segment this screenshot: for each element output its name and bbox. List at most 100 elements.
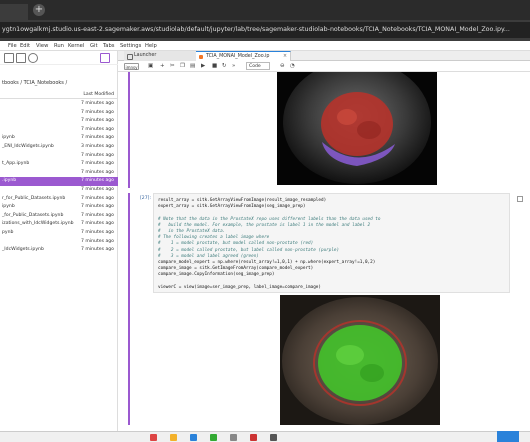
code-line: expert_array = sitk.GetArrayViewFromImag… xyxy=(158,204,306,210)
gauge-icon[interactable]: ◔ xyxy=(290,62,295,71)
code-cell-editor[interactable]: result_array = sitk.GetArrayViewFromImag… xyxy=(153,193,510,293)
file-browser-toolbar xyxy=(0,51,118,65)
file-modified: 7 minutes ago xyxy=(81,178,114,184)
run-icon[interactable]: ▶ xyxy=(201,62,205,71)
browser-tab[interactable] xyxy=(0,4,28,20)
file-modified: 7 minutes ago xyxy=(81,109,114,115)
notebook-icon xyxy=(199,55,203,59)
new-tab-button[interactable]: + xyxy=(33,4,45,16)
file-modified: 7 minutes ago xyxy=(81,101,114,106)
file-modified: 7 minutes ago xyxy=(81,204,114,210)
file-modified: 7 minutes ago xyxy=(81,126,114,132)
code-line: viewerC = view(image=ser_image_prep, lab… xyxy=(158,284,321,290)
file-row[interactable]: 7 minutes ago xyxy=(0,238,118,247)
file-modified: 7 minutes ago xyxy=(81,195,114,201)
git-diff-icon[interactable]: ⊖ xyxy=(280,62,285,71)
file-name: _IdcWidgets.ipynb xyxy=(2,247,44,253)
file-modified: 7 minutes ago xyxy=(81,247,114,253)
menu-edit[interactable]: Edit xyxy=(20,41,30,51)
paste-icon[interactable]: ▤ xyxy=(190,62,195,71)
green-overlay xyxy=(318,325,402,401)
kernel-badge[interactable]: imnsy xyxy=(124,63,139,70)
file-row[interactable]: 7 minutes ago xyxy=(0,117,118,126)
tab-launcher[interactable]: Launcher xyxy=(124,51,205,61)
taskbar-active-app[interactable] xyxy=(497,431,519,442)
code-line: result_array = sitk.GetArrayViewFromImag… xyxy=(158,198,327,203)
file-row[interactable]: 7 minutes ago xyxy=(0,186,118,195)
menu-settings[interactable]: Settings xyxy=(120,41,141,51)
browser-tab-strip xyxy=(0,0,530,20)
menu-run[interactable]: Run xyxy=(54,41,64,51)
file-name: _for_Public_Datasets.ipynb xyxy=(2,212,64,218)
breadcrumb[interactable]: tbooks / TCIA_Notebooks / xyxy=(2,80,67,86)
file-row[interactable]: 7 minutes ago xyxy=(0,100,118,109)
column-header[interactable]: Last Modified xyxy=(0,91,118,99)
file-modified: 7 minutes ago xyxy=(81,187,114,192)
new-folder-icon[interactable] xyxy=(4,53,14,63)
refresh-icon[interactable] xyxy=(28,53,38,63)
taskbar-app-icon[interactable] xyxy=(270,434,277,441)
restart-icon[interactable]: ↻ xyxy=(222,62,227,71)
file-row[interactable]: 7 minutes ago xyxy=(0,152,118,161)
last-modified-header[interactable]: Last Modified xyxy=(83,91,114,99)
taskbar-app-icon[interactable] xyxy=(150,434,157,441)
file-row[interactable]: 7 minutes ago xyxy=(0,109,118,118)
file-modified: 7 minutes ago xyxy=(81,230,114,235)
file-modified: 7 minutes ago xyxy=(81,169,114,175)
file-row[interactable]: _IdcWidgets.ipynb 7 minutes ago xyxy=(0,246,118,255)
stop-icon[interactable]: ■ xyxy=(212,62,217,71)
mri-output-image[interactable] xyxy=(277,72,437,185)
cut-icon[interactable]: ✂ xyxy=(170,62,175,71)
taskbar-app-icon[interactable] xyxy=(170,434,177,441)
code-line: # 1 = model prostate, but model called n… xyxy=(158,241,314,247)
file-row[interactable]: 7 minutes ago xyxy=(0,169,118,178)
address-bar[interactable]: ygtn1owgalkmj.studio.us-east-2.sagemaker… xyxy=(0,22,530,38)
add-cell-icon[interactable]: + xyxy=(160,62,165,71)
menu-git[interactable]: Git xyxy=(90,41,98,51)
cell-type-select[interactable]: Code xyxy=(246,62,270,70)
taskbar-app-icon[interactable] xyxy=(250,434,257,441)
copy-icon[interactable]: ❐ xyxy=(180,62,185,71)
taskbar-app-icon[interactable] xyxy=(190,434,197,441)
save-icon[interactable]: ▣ xyxy=(148,62,153,71)
file-row[interactable]: izations_with_IdcWidgets.ipynb 7 minutes … xyxy=(0,220,118,229)
file-modified: 7 minutes ago xyxy=(81,238,114,244)
volume-render-output[interactable] xyxy=(280,295,440,425)
menu-kernel[interactable]: Kernel xyxy=(68,41,84,51)
output-collapser[interactable] xyxy=(128,72,130,188)
upload-icon[interactable] xyxy=(16,53,26,63)
file-row[interactable]: ipynb 7 minutes ago xyxy=(0,134,118,143)
document-tabs: Launcher TCIA_MONAI_Model_Zoo.ip × xyxy=(118,51,530,62)
file-row[interactable]: ipynb 7 minutes ago xyxy=(0,203,118,212)
file-name: r_for_Public_Datasets.ipynb xyxy=(2,195,66,201)
menu-bar: File Edit View Run Kernel Git Tabs Setti… xyxy=(0,41,530,51)
menu-tabs[interactable]: Tabs xyxy=(103,41,114,51)
git-icon[interactable] xyxy=(100,53,110,63)
menu-file[interactable]: File xyxy=(8,41,17,51)
file-name: ipynb xyxy=(2,204,15,210)
taskbar-app-icon[interactable] xyxy=(230,434,237,441)
copy-cell-icon[interactable] xyxy=(517,196,523,202)
fast-forward-icon[interactable]: » xyxy=(232,62,235,71)
file-row[interactable]: 7 minutes ago xyxy=(0,126,118,135)
file-row[interactable]: _for_Public_Datasets.ipynb 7 minutes ago xyxy=(0,212,118,221)
file-row[interactable]: t_App.ipynb 7 minutes ago xyxy=(0,160,118,169)
code-line: # in the ProstateX data. xyxy=(158,229,226,234)
code-line: compare_image = sitk.GetImageFromArray(c… xyxy=(158,266,314,272)
file-row[interactable]: r_for_Public_Datasets.ipynb 7 minutes ago xyxy=(0,195,118,204)
menu-view[interactable]: View xyxy=(36,41,48,51)
notebook-toolbar: imnsy ▣ + ✂ ❐ ▤ ▶ ■ ↻ » Code ⊖ ◔ xyxy=(118,61,530,72)
code-line: # 3 = model and label agreed (green) xyxy=(158,253,259,259)
file-row[interactable]: pynb 7 minutes ago xyxy=(0,229,118,238)
cell-prompt: [27]: xyxy=(140,196,151,201)
menu-help[interactable]: Help xyxy=(145,41,157,51)
file-row[interactable]: .ipynb 7 minutes ago xyxy=(0,177,118,186)
file-name: _ENI_IdcWidgets.ipynb xyxy=(2,144,54,149)
file-modified: 7 minutes ago xyxy=(81,221,114,227)
taskbar-app-icon[interactable] xyxy=(210,434,217,441)
cell-collapser[interactable] xyxy=(128,193,130,425)
file-modified: 7 minutes ago xyxy=(81,135,114,141)
file-name: izations_with_IdcWidgets.ipynb xyxy=(2,221,74,227)
code-line: # build the model. For example, the pros… xyxy=(158,222,371,228)
file-row[interactable]: _ENI_IdcWidgets.ipynb 3 minutes ago xyxy=(0,143,118,152)
